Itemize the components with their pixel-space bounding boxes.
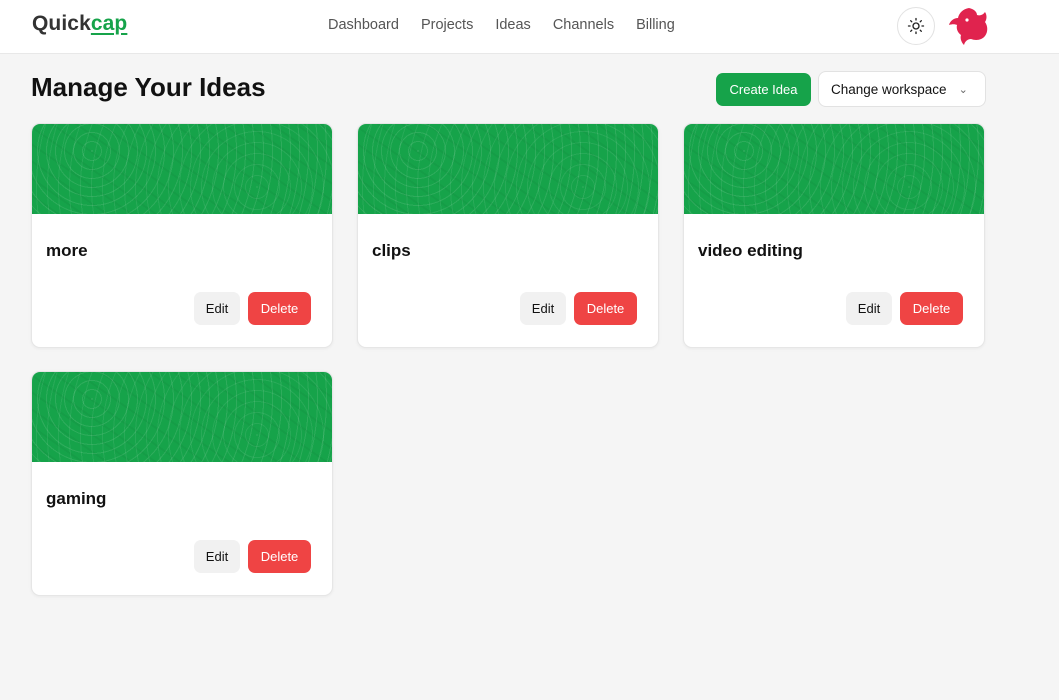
- brand-prefix: Quick: [32, 12, 91, 35]
- main-nav: Dashboard Projects Ideas Channels Billin…: [328, 17, 675, 33]
- top-navbar: Quickcap Dashboard Projects Ideas Channe…: [0, 0, 1059, 54]
- idea-title: clips: [372, 241, 411, 260]
- theme-toggle-button[interactable]: [897, 7, 935, 45]
- edit-button[interactable]: Edit: [520, 292, 566, 325]
- page-title: Manage Your Ideas: [31, 72, 266, 102]
- card-banner: [684, 124, 984, 214]
- delete-button[interactable]: Delete: [574, 292, 637, 325]
- delete-button[interactable]: Delete: [248, 292, 311, 325]
- nav-item-dashboard[interactable]: Dashboard: [328, 17, 399, 33]
- edit-button[interactable]: Edit: [194, 540, 240, 573]
- idea-card: more Edit Delete: [31, 123, 333, 348]
- nav-item-projects[interactable]: Projects: [421, 17, 473, 33]
- idea-card: video editing Edit Delete: [683, 123, 985, 348]
- brand-accent: cap: [90, 12, 128, 35]
- chevron-down-icon: ⌄: [958, 83, 968, 96]
- create-idea-button[interactable]: Create Idea: [716, 73, 811, 106]
- idea-card: clips Edit Delete: [357, 123, 659, 348]
- idea-title: more: [46, 241, 88, 260]
- card-banner: [358, 124, 658, 214]
- brand-logo-text[interactable]: Quickcap: [32, 12, 127, 36]
- workspace-label: Change workspace: [831, 81, 947, 97]
- idea-title: gaming: [46, 489, 107, 508]
- idea-card: gaming Edit Delete: [31, 371, 333, 596]
- delete-button[interactable]: Delete: [900, 292, 963, 325]
- idea-title: video editing: [698, 241, 803, 260]
- edit-button[interactable]: Edit: [846, 292, 892, 325]
- sun-icon: [907, 17, 925, 35]
- nav-item-channels[interactable]: Channels: [553, 17, 614, 33]
- card-banner: [32, 372, 332, 462]
- edit-button[interactable]: Edit: [194, 292, 240, 325]
- nestjs-logo-icon[interactable]: [945, 6, 989, 48]
- delete-button[interactable]: Delete: [248, 540, 311, 573]
- change-workspace-dropdown[interactable]: Change workspace ⌄: [818, 71, 986, 107]
- nav-item-billing[interactable]: Billing: [636, 17, 675, 33]
- nav-item-ideas[interactable]: Ideas: [495, 17, 530, 33]
- card-banner: [32, 124, 332, 214]
